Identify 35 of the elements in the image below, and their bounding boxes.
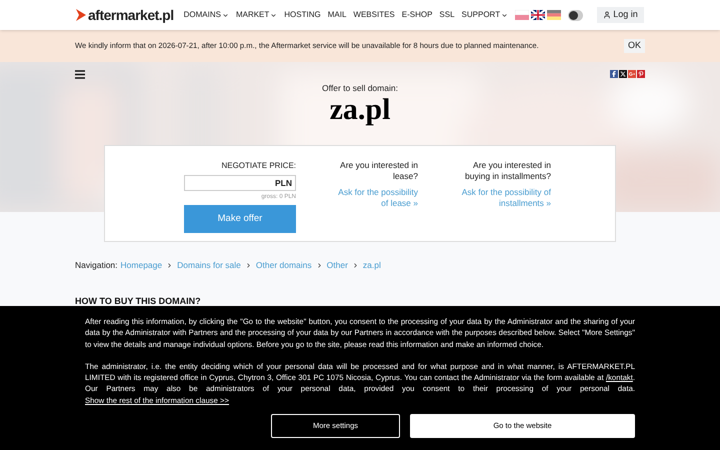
chevron-right-icon (352, 262, 359, 269)
dark-mode-toggle[interactable] (568, 10, 583, 20)
nav-link[interactable]: MAIL (328, 9, 346, 21)
flag-icon[interactable] (531, 10, 546, 20)
x-icon[interactable] (619, 70, 627, 78)
nav-link[interactable]: MARKET (236, 9, 278, 21)
logo-icon (76, 9, 86, 21)
chevron-right-icon (244, 262, 252, 269)
login-button[interactable]: Log in (596, 7, 644, 23)
breadcrumb-label: Navigation: (75, 259, 118, 272)
facebook-icon[interactable] (610, 70, 618, 78)
offer-subtitle: Offer to sell domain: (322, 82, 398, 95)
chevron-right-icon (316, 262, 323, 269)
nav-link[interactable]: HOSTING (284, 9, 321, 21)
chevron-right-icon (166, 262, 174, 269)
price-label: NEGOTIATE PRICE: (221, 160, 296, 172)
chevron-down-icon (501, 12, 508, 18)
menu-icon[interactable] (75, 70, 85, 79)
chevron-down-icon (222, 12, 229, 18)
nav-link[interactable]: WEBSITES (353, 9, 395, 21)
section-heading: HOW TO BUY THIS DOMAIN? (75, 296, 201, 306)
google-plus-icon[interactable] (628, 70, 636, 78)
logo-text[interactable]: aftermarket.pl (88, 4, 174, 26)
option-question: Are you interested in lease? (339, 160, 418, 182)
pinterest-icon[interactable] (637, 70, 645, 78)
price-field[interactable]: PLN (184, 175, 296, 191)
user-icon (603, 11, 612, 19)
domain-title: za.pl (330, 94, 390, 125)
chevron-down-icon (270, 12, 278, 18)
ok-button[interactable]: OK (624, 39, 645, 53)
nav-link[interactable]: E-SHOP (402, 9, 432, 21)
nav-link[interactable]: SUPPORT (462, 9, 508, 21)
nav-link[interactable]: SSL (439, 9, 455, 21)
nav-link[interactable]: DOMAINS (184, 9, 229, 21)
option-question: Are you interested in buying in installments? (464, 160, 551, 182)
